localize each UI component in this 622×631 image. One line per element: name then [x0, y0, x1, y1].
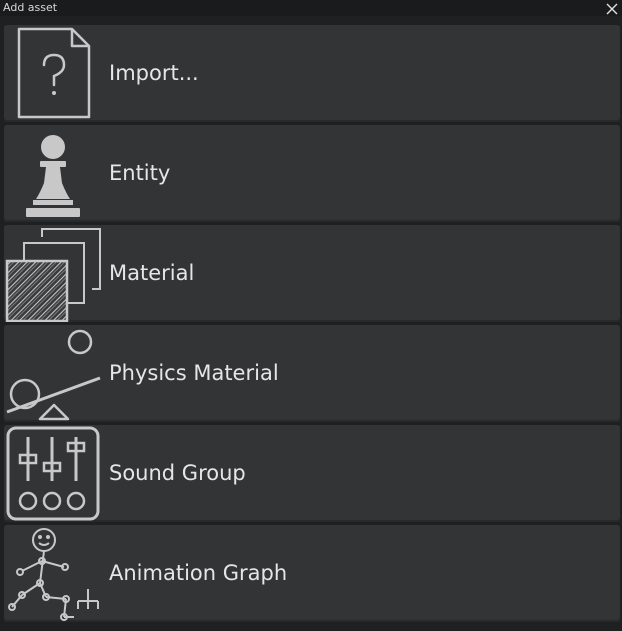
- asset-item-import[interactable]: Import...: [4, 25, 620, 122]
- asset-item-label: Sound Group: [109, 461, 246, 485]
- material-icon: [4, 225, 104, 322]
- asset-item-material[interactable]: Material: [4, 225, 620, 322]
- asset-item-label: Animation Graph: [109, 561, 288, 585]
- add-asset-dialog: Add asset Import... Entity Material Phys…: [0, 0, 622, 631]
- asset-item-physics-material[interactable]: Physics Material: [4, 325, 620, 422]
- asset-item-label: Material: [109, 261, 195, 285]
- close-button[interactable]: [605, 1, 619, 15]
- dialog-title: Add asset: [3, 1, 58, 14]
- asset-type-list: Import... Entity Material Physics Materi…: [4, 25, 620, 625]
- asset-item-label: Import...: [109, 61, 199, 85]
- asset-item-label: Physics Material: [109, 361, 279, 385]
- asset-item-sound-group[interactable]: Sound Group: [4, 425, 620, 522]
- unknown-file-icon: [4, 25, 104, 122]
- close-icon: [606, 3, 618, 15]
- mixer-sliders-icon: [4, 425, 104, 522]
- physics-material-icon: [4, 325, 104, 422]
- asset-item-entity[interactable]: Entity: [4, 125, 620, 222]
- pawn-icon: [4, 125, 104, 222]
- asset-item-label: Entity: [109, 161, 171, 185]
- asset-item-animation-graph[interactable]: Animation Graph: [4, 525, 620, 622]
- titlebar: Add asset: [0, 0, 622, 16]
- stick-figure-graph-icon: [4, 525, 104, 622]
